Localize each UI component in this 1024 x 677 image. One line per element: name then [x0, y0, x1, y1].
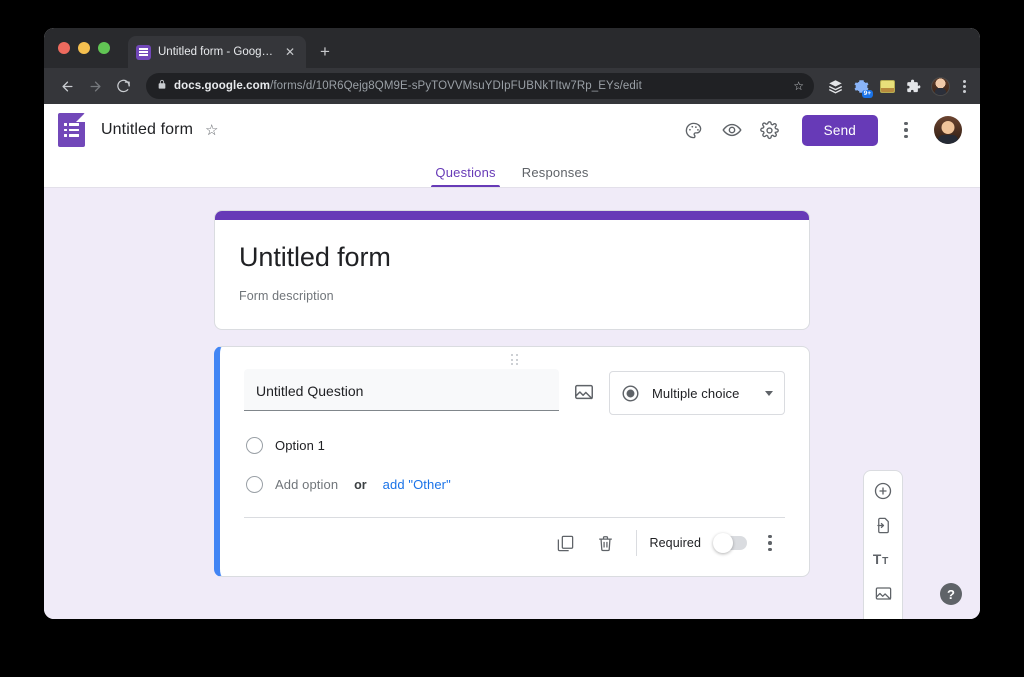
question-section: Untitled Question Multiple choice Option	[44, 346, 980, 619]
form-title-input[interactable]: Untitled form	[239, 242, 785, 273]
add-item-toolbar: TT	[863, 470, 903, 619]
or-label: or	[354, 477, 367, 492]
forms-tabs: Questions Responses	[44, 156, 980, 188]
form-title-card: Untitled form Form description	[214, 210, 810, 330]
account-avatar[interactable]	[934, 116, 962, 144]
chrome-menu-icon[interactable]	[959, 79, 970, 93]
url-path: /forms/d/10R6Qejg8QM9E-sPyTOVVMsuYDIpFUB…	[270, 80, 642, 92]
option-row[interactable]: Option 1	[246, 437, 785, 454]
close-tab-button[interactable]: ✕	[282, 44, 298, 60]
footer-divider	[636, 530, 638, 556]
add-title-description-icon[interactable]: TT	[870, 546, 896, 572]
trash-icon[interactable]	[586, 524, 624, 562]
add-option-button[interactable]: Add option	[275, 477, 338, 492]
question-type-select[interactable]: Multiple choice	[609, 371, 785, 415]
question-header-row: Untitled Question Multiple choice	[244, 369, 785, 415]
palette-icon[interactable]	[676, 112, 712, 148]
browser-toolbar: docs.google.com/forms/d/10R6Qejg8QM9E-sP…	[44, 68, 980, 104]
url-text: docs.google.com/forms/d/10R6Qejg8QM9E-sP…	[174, 80, 786, 92]
minimize-window-button[interactable]	[78, 42, 90, 54]
svg-text:T: T	[882, 556, 889, 567]
question-footer: Required	[244, 518, 785, 568]
tab-responses[interactable]: Responses	[522, 165, 589, 187]
star-icon[interactable]: ☆	[205, 121, 218, 139]
form-title-field[interactable]: Untitled form	[101, 121, 193, 139]
lock-icon	[157, 77, 167, 95]
question-type-label: Multiple choice	[652, 385, 740, 401]
required-toggle[interactable]	[713, 533, 747, 553]
new-tab-button[interactable]: +	[320, 43, 330, 60]
stack-extension-icon[interactable]	[827, 78, 844, 95]
extension-badge-count: 9+	[861, 89, 873, 98]
url-domain: docs.google.com	[174, 80, 271, 92]
add-other-link[interactable]: add "Other"	[383, 477, 451, 492]
google-forms-logo	[58, 113, 85, 147]
gear-icon[interactable]	[752, 112, 788, 148]
gear-extension-icon[interactable]: 9+	[853, 78, 873, 98]
forward-arrow-icon	[82, 73, 108, 99]
maximize-window-button[interactable]	[98, 42, 110, 54]
browser-tab-title: Untitled form - Google Forms	[158, 46, 275, 58]
chevron-down-icon	[765, 390, 773, 396]
add-option-row[interactable]: Add option or add "Other"	[246, 476, 785, 493]
browser-window: Untitled form - Google Forms ✕ + docs.go…	[44, 28, 980, 619]
reload-icon[interactable]	[110, 73, 136, 99]
puzzle-extensions-icon[interactable]	[905, 78, 922, 95]
browser-tab[interactable]: Untitled form - Google Forms ✕	[128, 36, 306, 68]
import-questions-icon[interactable]	[870, 512, 896, 538]
app-header-actions: Send	[676, 112, 962, 148]
title-card-accent-bar	[215, 211, 809, 220]
profile-avatar[interactable]	[931, 76, 950, 96]
more-options-icon[interactable]	[888, 121, 924, 139]
add-image-icon[interactable]	[870, 580, 896, 606]
question-card[interactable]: Untitled Question Multiple choice Option	[214, 346, 810, 577]
radio-button-icon	[246, 437, 263, 454]
form-canvas: Untitled form Form description Untitled …	[44, 188, 980, 619]
sticky-note-extension-icon[interactable]	[879, 78, 896, 95]
browser-tab-strip: Untitled form - Google Forms ✕ +	[44, 28, 980, 68]
radio-button-icon	[622, 385, 639, 401]
add-image-icon[interactable]	[573, 381, 595, 403]
option-label[interactable]: Option 1	[275, 438, 325, 453]
question-text-input[interactable]: Untitled Question	[244, 369, 559, 411]
app-header: Untitled form ☆ Send	[44, 104, 980, 156]
drag-handle-icon[interactable]	[220, 354, 809, 365]
add-question-icon[interactable]	[870, 478, 896, 504]
add-video-icon[interactable]	[870, 614, 896, 619]
question-more-options-icon[interactable]	[755, 534, 785, 552]
required-label: Required	[649, 536, 701, 550]
form-description-input[interactable]: Form description	[239, 289, 785, 303]
eye-icon[interactable]	[714, 112, 750, 148]
send-button[interactable]: Send	[801, 114, 878, 146]
close-window-button[interactable]	[58, 42, 70, 54]
address-bar[interactable]: docs.google.com/forms/d/10R6Qejg8QM9E-sP…	[146, 73, 814, 99]
window-controls	[44, 42, 110, 68]
duplicate-icon[interactable]	[546, 524, 584, 562]
extensions-area: 9+	[824, 76, 970, 98]
google-forms-app: Untitled form ☆ Send Questions Responses	[44, 104, 980, 619]
bookmark-star-icon[interactable]: ☆	[793, 79, 804, 93]
tab-questions[interactable]: Questions	[431, 165, 501, 187]
svg-text:T: T	[873, 552, 882, 567]
google-forms-favicon	[136, 44, 151, 60]
radio-button-icon	[246, 476, 263, 493]
help-button[interactable]: ?	[940, 583, 962, 605]
back-arrow-icon[interactable]	[54, 73, 80, 99]
